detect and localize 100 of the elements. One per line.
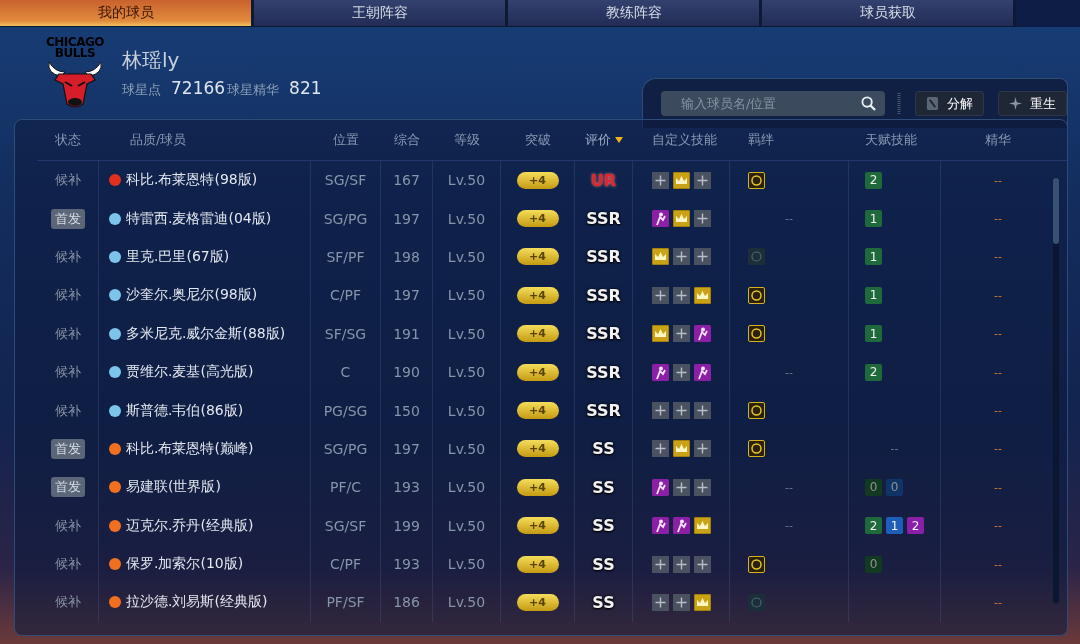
column-header[interactable]: 状态 (54, 131, 81, 149)
bond-icon[interactable] (748, 402, 765, 420)
player-name[interactable]: 里克.巴里(67版) (126, 247, 230, 266)
tab[interactable]: 教练阵容 (508, 0, 759, 27)
plus-icon[interactable] (694, 440, 711, 458)
essence-value: -- (994, 442, 1002, 456)
crown-icon[interactable] (694, 517, 711, 535)
plus-icon[interactable] (673, 555, 690, 573)
bond-icon[interactable] (748, 440, 765, 458)
crown-icon[interactable] (652, 325, 669, 343)
player-name[interactable]: 科比.布莱恩特(巅峰) (126, 439, 254, 458)
plus-icon[interactable] (673, 286, 690, 304)
crown-icon[interactable] (673, 171, 690, 189)
search-field[interactable]: 输入球员名/位置 (661, 91, 885, 116)
table-cell: Lv.50 (447, 517, 486, 534)
table-cell: SF/SG (324, 325, 367, 342)
bond-icon[interactable] (748, 171, 765, 189)
player-skill-icon[interactable] (673, 517, 690, 535)
player-skill-icon[interactable] (694, 363, 711, 381)
talent-badge: 1 (865, 325, 882, 343)
column-header[interactable]: 羁绊 (748, 131, 774, 149)
bond-icon[interactable] (748, 325, 765, 343)
plus-icon[interactable] (673, 325, 690, 343)
plus-icon[interactable] (652, 171, 669, 189)
crown-icon[interactable] (694, 286, 711, 304)
table-cell: Lv.50 (447, 325, 486, 342)
column-header[interactable]: 突破 (525, 131, 551, 149)
plus-icon[interactable] (673, 478, 690, 496)
plus-icon[interactable] (694, 210, 711, 228)
plus-icon[interactable] (673, 402, 690, 420)
talent-badge: 1 (865, 210, 882, 228)
plus-icon[interactable] (694, 171, 711, 189)
column-header[interactable]: 评价 (585, 131, 611, 149)
column-header[interactable]: 精华 (985, 131, 1011, 149)
plus-icon[interactable] (673, 248, 690, 266)
bond-icon[interactable] (748, 555, 765, 573)
player-name[interactable]: 斯普德.韦伯(86版) (126, 401, 244, 420)
player-name[interactable]: 科比.布莱恩特(98版) (126, 171, 258, 190)
scroll-thumb[interactable] (1053, 178, 1059, 244)
player-name[interactable]: 贾维尔.麦基(高光版) (126, 363, 254, 382)
status-label: 候补 (53, 516, 82, 535)
table-cell: 197 (393, 440, 420, 457)
plus-icon[interactable] (652, 286, 669, 304)
table-cell: SG/SF (324, 517, 367, 534)
scrollbar[interactable] (1053, 178, 1059, 603)
status-label: 首发 (50, 208, 85, 229)
column-header[interactable]: 综合 (394, 131, 420, 149)
column-header[interactable]: 等级 (454, 131, 480, 149)
plus-icon[interactable] (694, 248, 711, 266)
column-header[interactable]: 自定义技能 (652, 131, 717, 149)
essence-value: -- (994, 212, 1002, 226)
player-skill-icon[interactable] (652, 478, 669, 496)
column-header[interactable]: 天赋技能 (865, 131, 917, 149)
toolbar-button[interactable]: 分解 (915, 91, 984, 116)
breakthrough-badge: +4 (516, 440, 559, 458)
player-name[interactable]: 保罗.加索尔(10版) (126, 555, 244, 574)
status-label: 候补 (53, 286, 82, 305)
plus-icon[interactable] (652, 594, 669, 611)
stat-value: 72166 (171, 78, 226, 98)
player-name[interactable]: 易建联(世界版) (126, 478, 221, 497)
column-header[interactable]: 品质/球员 (130, 131, 187, 149)
rating-label: UR (590, 170, 617, 190)
toolbar-button[interactable]: 重生 (998, 91, 1067, 116)
plus-icon[interactable] (652, 555, 669, 573)
table-cell: PF/C (330, 479, 361, 496)
breakthrough-badge: +4 (516, 517, 559, 535)
breakthrough-badge: +4 (516, 555, 559, 573)
player-skill-icon[interactable] (694, 325, 711, 343)
player-skill-icon[interactable] (652, 517, 669, 535)
tab[interactable]: 王朝阵容 (254, 0, 505, 27)
column-header[interactable]: 位置 (333, 131, 359, 149)
essence-value: -- (994, 327, 1002, 341)
player-skill-icon[interactable] (652, 210, 669, 228)
player-name[interactable]: 沙奎尔.奥尼尔(98版) (126, 286, 258, 305)
plus-icon[interactable] (694, 555, 711, 573)
player-name[interactable]: 拉沙德.刘易斯(经典版) (126, 593, 268, 612)
plus-icon[interactable] (673, 363, 690, 381)
essence-value: -- (994, 250, 1002, 264)
crown-icon[interactable] (673, 210, 690, 228)
bond-icon[interactable] (748, 286, 765, 304)
player-name[interactable]: 多米尼克.威尔金斯(88版) (126, 324, 286, 343)
table-cell: Lv.50 (447, 248, 486, 265)
plus-icon[interactable] (694, 478, 711, 496)
bull-head-icon (45, 60, 105, 110)
plus-icon[interactable] (652, 440, 669, 458)
talent-badge: 1 (865, 248, 882, 266)
table-cell: 167 (393, 172, 420, 189)
table-cell: Lv.50 (447, 172, 486, 189)
player-skill-icon[interactable] (652, 363, 669, 381)
tab[interactable]: 我的球员 (0, 0, 251, 27)
table-cell: 199 (393, 517, 420, 534)
table-cell: PG/SG (323, 402, 368, 419)
plus-icon[interactable] (673, 594, 690, 611)
player-name[interactable]: 迈克尔.乔丹(经典版) (126, 516, 254, 535)
tab[interactable]: 球员获取 (762, 0, 1013, 27)
crown-icon[interactable] (652, 248, 669, 266)
player-name[interactable]: 特雷西.麦格雷迪(04版) (126, 209, 272, 228)
crown-icon[interactable] (673, 440, 690, 458)
plus-icon[interactable] (652, 402, 669, 420)
plus-icon[interactable] (694, 402, 711, 420)
